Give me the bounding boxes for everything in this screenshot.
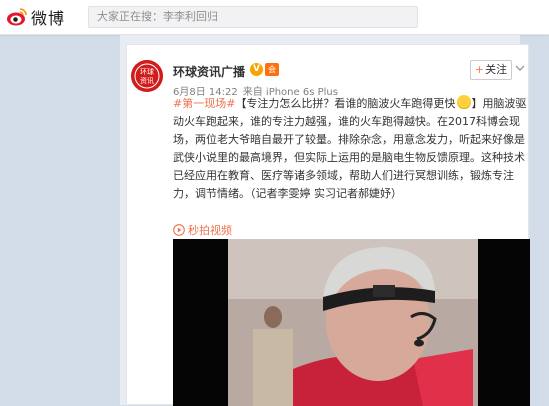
post-body: 用脑波驱动火车跑起来，谁的专注力越强，谁的火车跑得越快。在2017科博会现场，两… — [173, 97, 527, 200]
post-content: #第一现场#【专注力怎么比拼？看谁的脑波火车跑得更快 】用脑波驱动火车跑起来，谁的… — [173, 95, 529, 203]
verified-icon[interactable]: V — [250, 63, 263, 76]
member-icon[interactable]: 会 — [265, 63, 279, 76]
post-headline-end: 】 — [471, 97, 483, 110]
video-label: 秒拍视频 — [188, 224, 232, 237]
smile-emoji-icon — [457, 95, 472, 109]
author-name[interactable]: 环球资讯广播 — [173, 63, 245, 80]
chevron-down-icon[interactable] — [515, 64, 525, 72]
weibo-eye-icon — [7, 8, 27, 26]
hashtag-link[interactable]: #第一现场# — [173, 97, 235, 110]
avatar-text-bottom: 资讯 — [140, 76, 154, 85]
avatar-logo-icon: 环球 资讯 — [131, 60, 163, 92]
video-frame — [173, 239, 530, 406]
search-input[interactable]: 大家正在搜：李李利回归 — [88, 6, 418, 28]
avatar[interactable]: 环球 资讯 — [131, 60, 163, 92]
post-headline: 【专注力怎么比拼？看谁的脑波火车跑得更快 — [235, 97, 456, 110]
video-player[interactable] — [173, 239, 530, 406]
top-nav-bar: 微博 大家正在搜：李李利回归 — [0, 0, 549, 35]
play-icon — [173, 224, 185, 236]
video-link[interactable]: 秒拍视频 — [173, 222, 232, 238]
weibo-post-card: 环球 资讯 环球资讯广播 V 会 +关注 6月8日 14:22 来自 iPhone… — [126, 44, 530, 406]
follow-label: 关注 — [485, 63, 508, 76]
plus-icon: + — [474, 63, 485, 76]
brand-name: 微博 — [31, 9, 66, 28]
weibo-logo[interactable]: 微博 — [6, 6, 65, 28]
follow-button[interactable]: +关注 — [470, 60, 512, 80]
author-badges: V 会 — [250, 63, 279, 76]
avatar-text-top: 环球 — [140, 67, 154, 76]
